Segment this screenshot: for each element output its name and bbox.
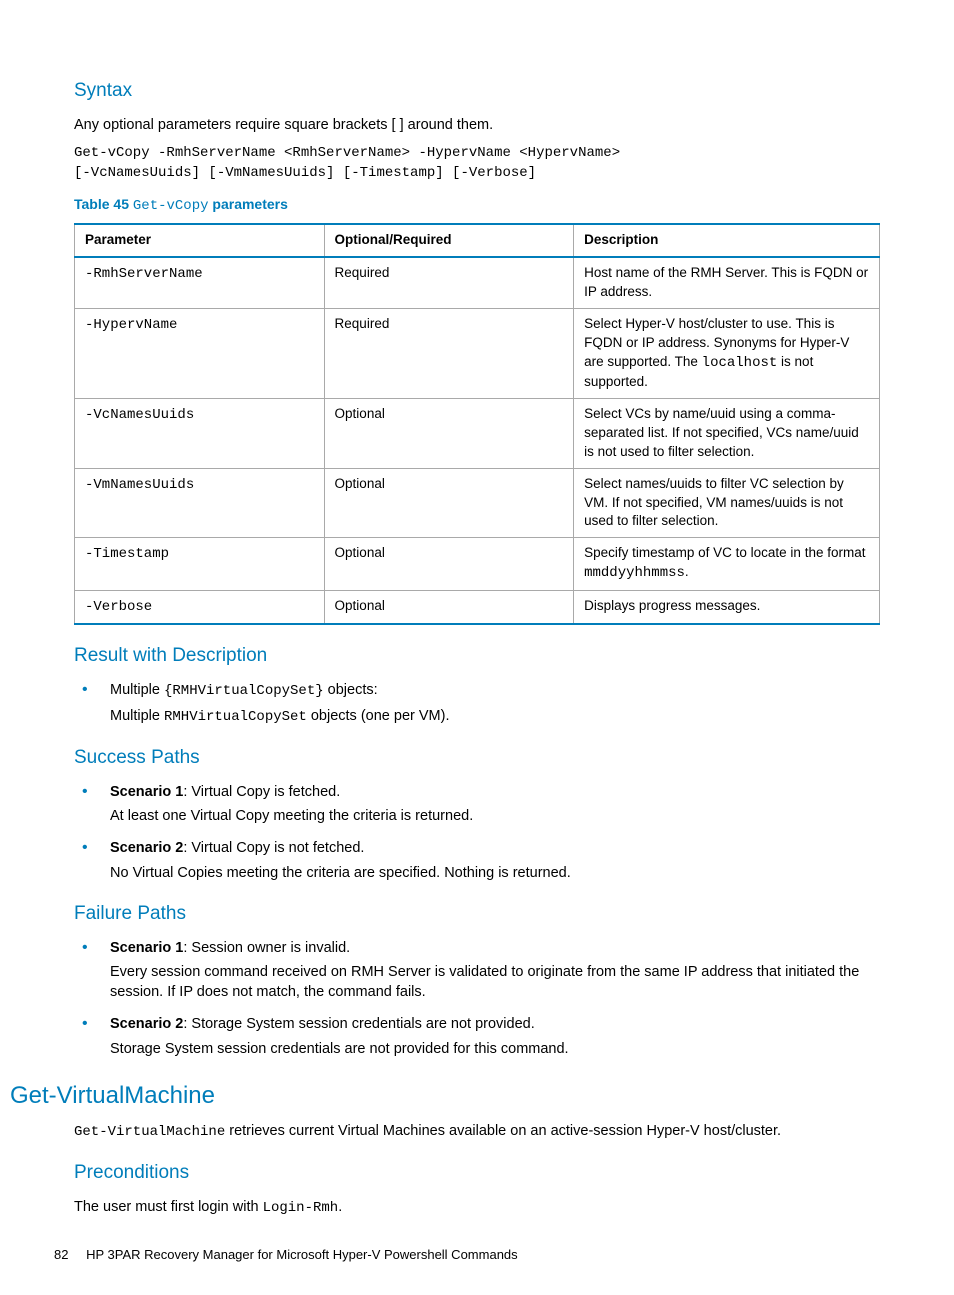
gvm-heading: Get-VirtualMachine: [10, 1079, 880, 1113]
success-heading: Success Paths: [74, 745, 880, 772]
result-pre: Multiple: [110, 682, 164, 698]
success-s2-title: : Virtual Copy is not fetched.: [183, 840, 364, 856]
success-s2-label: Scenario 2: [110, 840, 183, 856]
cell-optional: Required: [324, 257, 574, 308]
table-row: -HypervNameRequiredSelect Hyper-V host/c…: [75, 308, 880, 398]
pre-text-pre: The user must first login with: [74, 1199, 263, 1215]
success-s1-title: : Virtual Copy is fetched.: [183, 784, 340, 800]
cell-description: Host name of the RMH Server. This is FQD…: [574, 257, 880, 308]
gvm-intro: Get-VirtualMachine retrieves current Vir…: [74, 1121, 880, 1143]
code-line-2: [-VcNamesUuids] [-VmNamesUuids] [-Timest…: [74, 165, 536, 181]
failure-s2-title: : Storage System session credentials are…: [183, 1016, 534, 1032]
cell-optional: Optional: [324, 399, 574, 469]
result-heading: Result with Description: [74, 643, 880, 670]
th-optional: Optional/Required: [324, 224, 574, 257]
th-description: Description: [574, 224, 880, 257]
failure-s2-label: Scenario 2: [110, 1016, 183, 1032]
cell-optional: Optional: [324, 538, 574, 590]
cell-parameter: -Verbose: [75, 590, 325, 624]
success-s2-body: No Virtual Copies meeting the criteria a…: [110, 863, 880, 883]
list-item: Multiple {RMHVirtualCopySet} objects: Mu…: [74, 680, 880, 727]
table-row: -VmNamesUuidsOptionalSelect names/uuids …: [75, 468, 880, 538]
page-footer: 82 HP 3PAR Recovery Manager for Microsof…: [54, 1246, 880, 1264]
page-number: 82: [54, 1247, 68, 1262]
list-item: Scenario 1: Session owner is invalid. Ev…: [74, 938, 880, 1003]
cell-optional: Optional: [324, 468, 574, 538]
failure-heading: Failure Paths: [74, 901, 880, 928]
pre-text-code: Login-Rmh: [263, 1200, 339, 1216]
cell-description: Select VCs by name/uuid using a comma-se…: [574, 399, 880, 469]
cell-parameter: -Timestamp: [75, 538, 325, 590]
parameters-table: Parameter Optional/Required Description …: [74, 223, 880, 625]
table-header-row: Parameter Optional/Required Description: [75, 224, 880, 257]
syntax-intro: Any optional parameters require square b…: [74, 115, 880, 135]
result-sub-code: RMHVirtualCopySet: [164, 709, 307, 725]
cell-parameter: -HypervName: [75, 308, 325, 398]
table-caption: Table 45 Get-vCopy parameters: [74, 195, 880, 217]
result-code: {RMHVirtualCopySet}: [164, 683, 324, 699]
table-row: -VcNamesUuidsOptionalSelect VCs by name/…: [75, 399, 880, 469]
failure-s1-title: : Session owner is invalid.: [183, 940, 350, 956]
syntax-code: Get-vCopy -RmhServerName <RmhServerName>…: [74, 143, 880, 184]
cell-optional: Optional: [324, 590, 574, 624]
success-s1-label: Scenario 1: [110, 784, 183, 800]
list-item: Scenario 1: Virtual Copy is fetched. At …: [74, 782, 880, 827]
table-row: -RmhServerNameRequiredHost name of the R…: [75, 257, 880, 308]
cell-description: Specify timestamp of VC to locate in the…: [574, 538, 880, 590]
cell-description: Select names/uuids to filter VC selectio…: [574, 468, 880, 538]
success-s1-body: At least one Virtual Copy meeting the cr…: [110, 806, 880, 826]
result-sub-post: objects (one per VM).: [307, 708, 450, 724]
th-parameter: Parameter: [75, 224, 325, 257]
table-row: -VerboseOptionalDisplays progress messag…: [75, 590, 880, 624]
result-sub-pre: Multiple: [110, 708, 164, 724]
footer-title: HP 3PAR Recovery Manager for Microsoft H…: [86, 1247, 518, 1262]
caption-suffix: parameters: [209, 196, 288, 212]
failure-s1-body: Every session command received on RMH Se…: [110, 962, 880, 1003]
cell-description: Displays progress messages.: [574, 590, 880, 624]
failure-s2-body: Storage System session credentials are n…: [110, 1039, 880, 1059]
code-line-1: Get-vCopy -RmhServerName <RmhServerName>…: [74, 145, 620, 161]
preconditions-text: The user must first login with Login-Rmh…: [74, 1197, 880, 1219]
preconditions-heading: Preconditions: [74, 1160, 880, 1187]
cell-description: Select Hyper-V host/cluster to use. This…: [574, 308, 880, 398]
caption-prefix: Table 45: [74, 196, 133, 212]
gvm-intro-code: Get-VirtualMachine: [74, 1124, 225, 1140]
cell-parameter: -RmhServerName: [75, 257, 325, 308]
failure-s1-label: Scenario 1: [110, 940, 183, 956]
gvm-intro-rest: retrieves current Virtual Machines avail…: [225, 1123, 781, 1139]
cell-parameter: -VmNamesUuids: [75, 468, 325, 538]
table-row: -TimestampOptionalSpecify timestamp of V…: [75, 538, 880, 590]
result-post: objects:: [324, 682, 378, 698]
caption-code: Get-vCopy: [133, 198, 209, 214]
syntax-heading: Syntax: [74, 78, 880, 105]
list-item: Scenario 2: Virtual Copy is not fetched.…: [74, 838, 880, 883]
pre-text-post: .: [338, 1199, 342, 1215]
list-item: Scenario 2: Storage System session crede…: [74, 1014, 880, 1059]
cell-optional: Required: [324, 308, 574, 398]
cell-parameter: -VcNamesUuids: [75, 399, 325, 469]
